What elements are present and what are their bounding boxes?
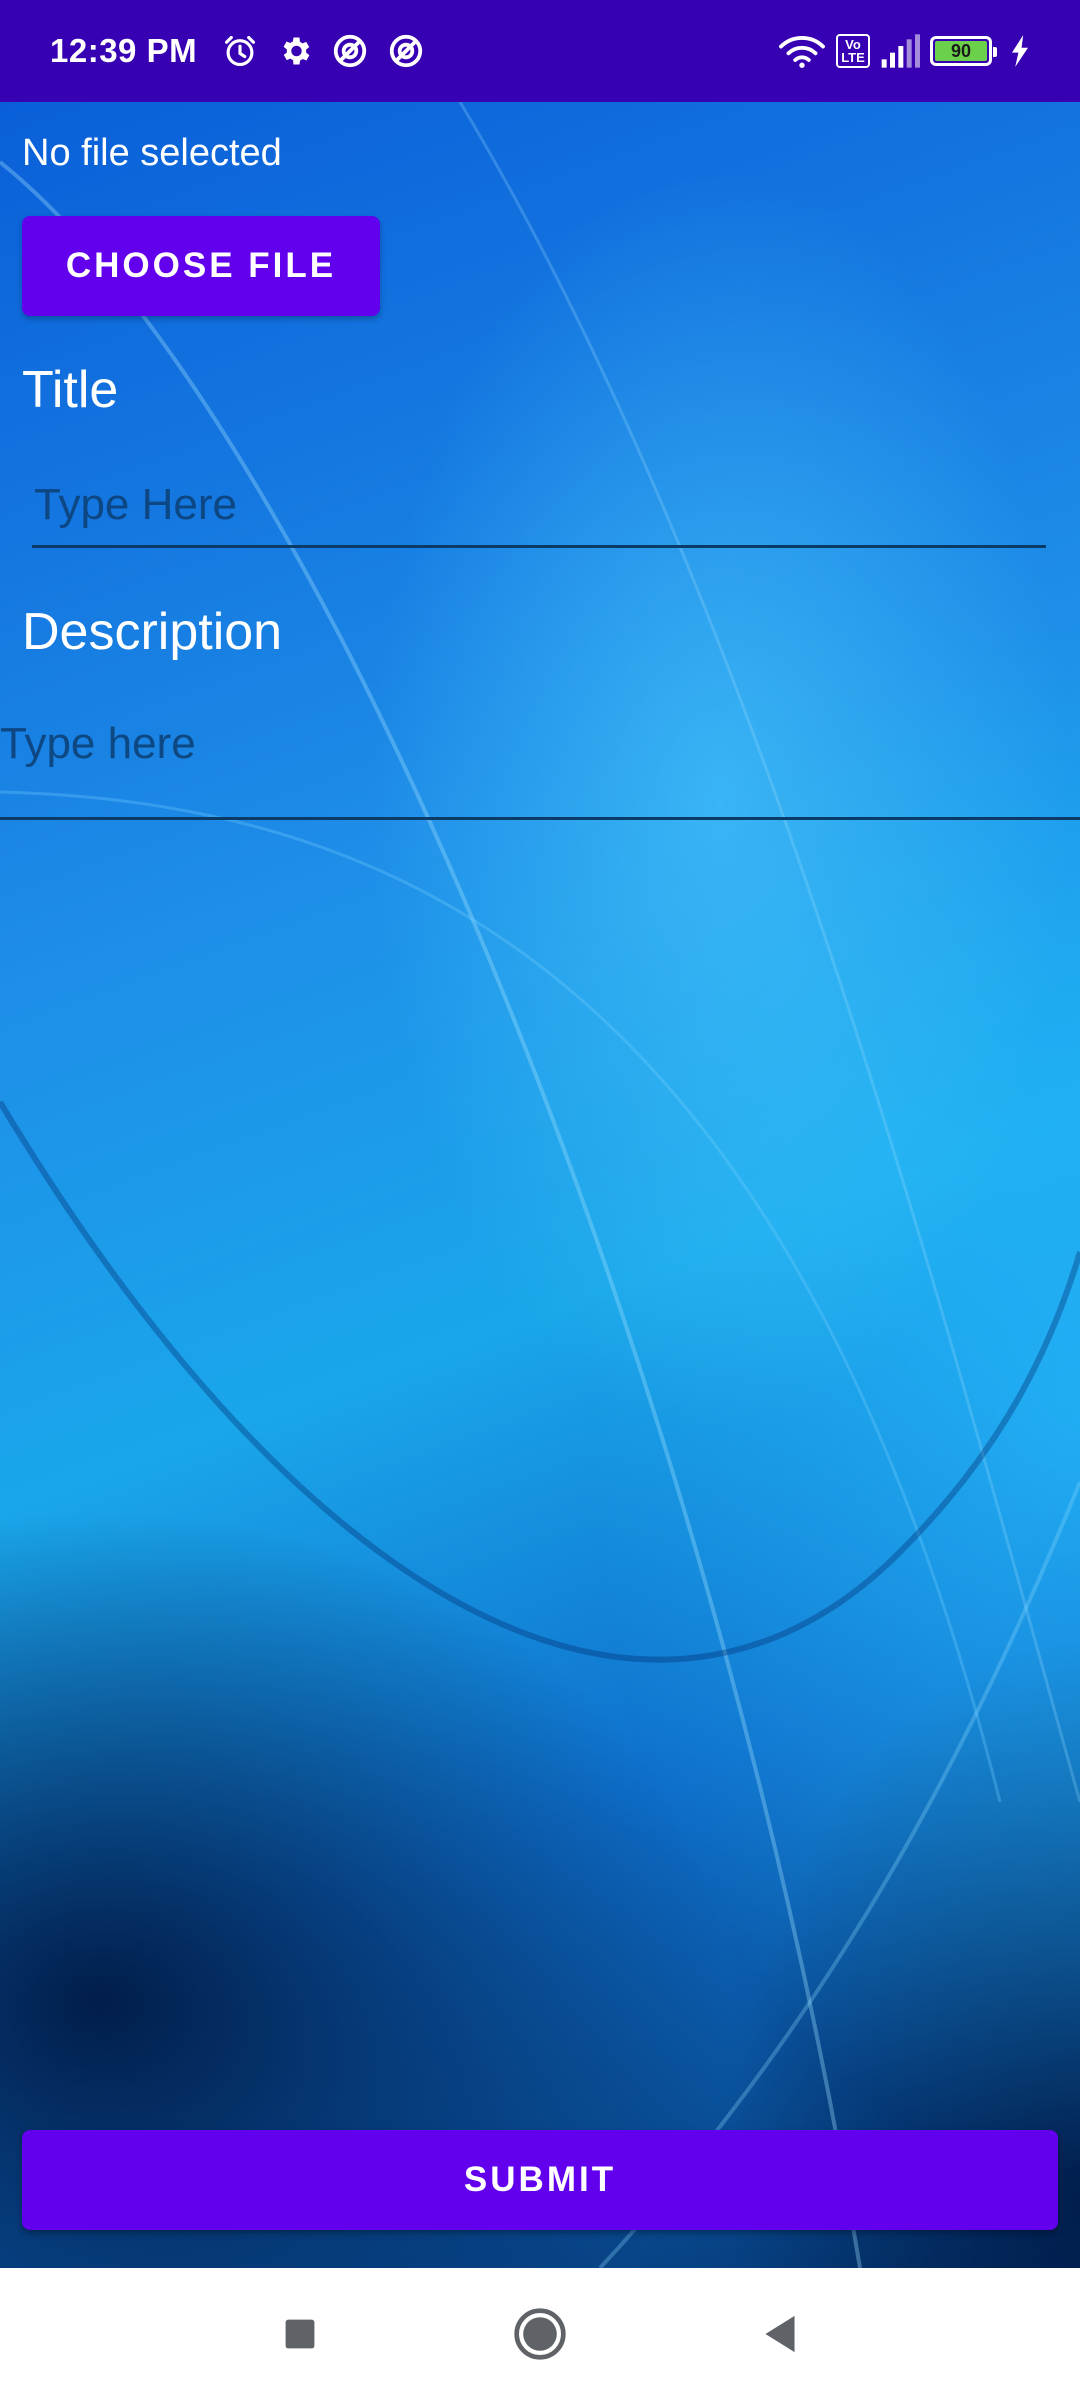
recents-button[interactable] xyxy=(260,2294,340,2374)
description-label: Description xyxy=(22,603,283,661)
sync-blocked-icon xyxy=(331,32,369,70)
alarm-icon xyxy=(221,32,259,70)
back-button[interactable] xyxy=(740,2294,820,2374)
title-label: Title xyxy=(22,361,119,419)
square-icon xyxy=(285,2319,315,2349)
status-left: 12:39 PM xyxy=(50,32,425,70)
navigation-bar xyxy=(0,2268,1080,2400)
app-content: No file selected CHOOSE FILE Title Descr… xyxy=(0,102,1080,2268)
choose-file-button[interactable]: CHOOSE FILE xyxy=(22,216,380,316)
status-right: Vo LTE 90 xyxy=(778,33,1030,69)
gear-icon xyxy=(277,33,313,69)
circle-icon xyxy=(514,2308,566,2360)
back-triangle-icon xyxy=(765,2315,795,2353)
wifi-icon xyxy=(778,33,826,69)
battery-icon: 90 xyxy=(930,36,997,66)
sync-blocked-icon xyxy=(387,32,425,70)
home-button[interactable] xyxy=(500,2294,580,2374)
wallpaper-background xyxy=(0,102,1080,2268)
submit-button[interactable]: SUBMIT xyxy=(22,2130,1058,2230)
volte-icon: Vo LTE xyxy=(836,34,870,68)
title-input[interactable] xyxy=(32,472,1046,548)
battery-level: 90 xyxy=(935,41,987,61)
description-input[interactable] xyxy=(0,714,1080,820)
status-bar: 12:39 PM Vo LTE 90 xyxy=(0,0,1080,102)
charging-icon xyxy=(1010,35,1030,67)
status-time: 12:39 PM xyxy=(50,32,198,69)
signal-icon xyxy=(880,34,920,68)
file-status-text: No file selected xyxy=(22,132,282,174)
